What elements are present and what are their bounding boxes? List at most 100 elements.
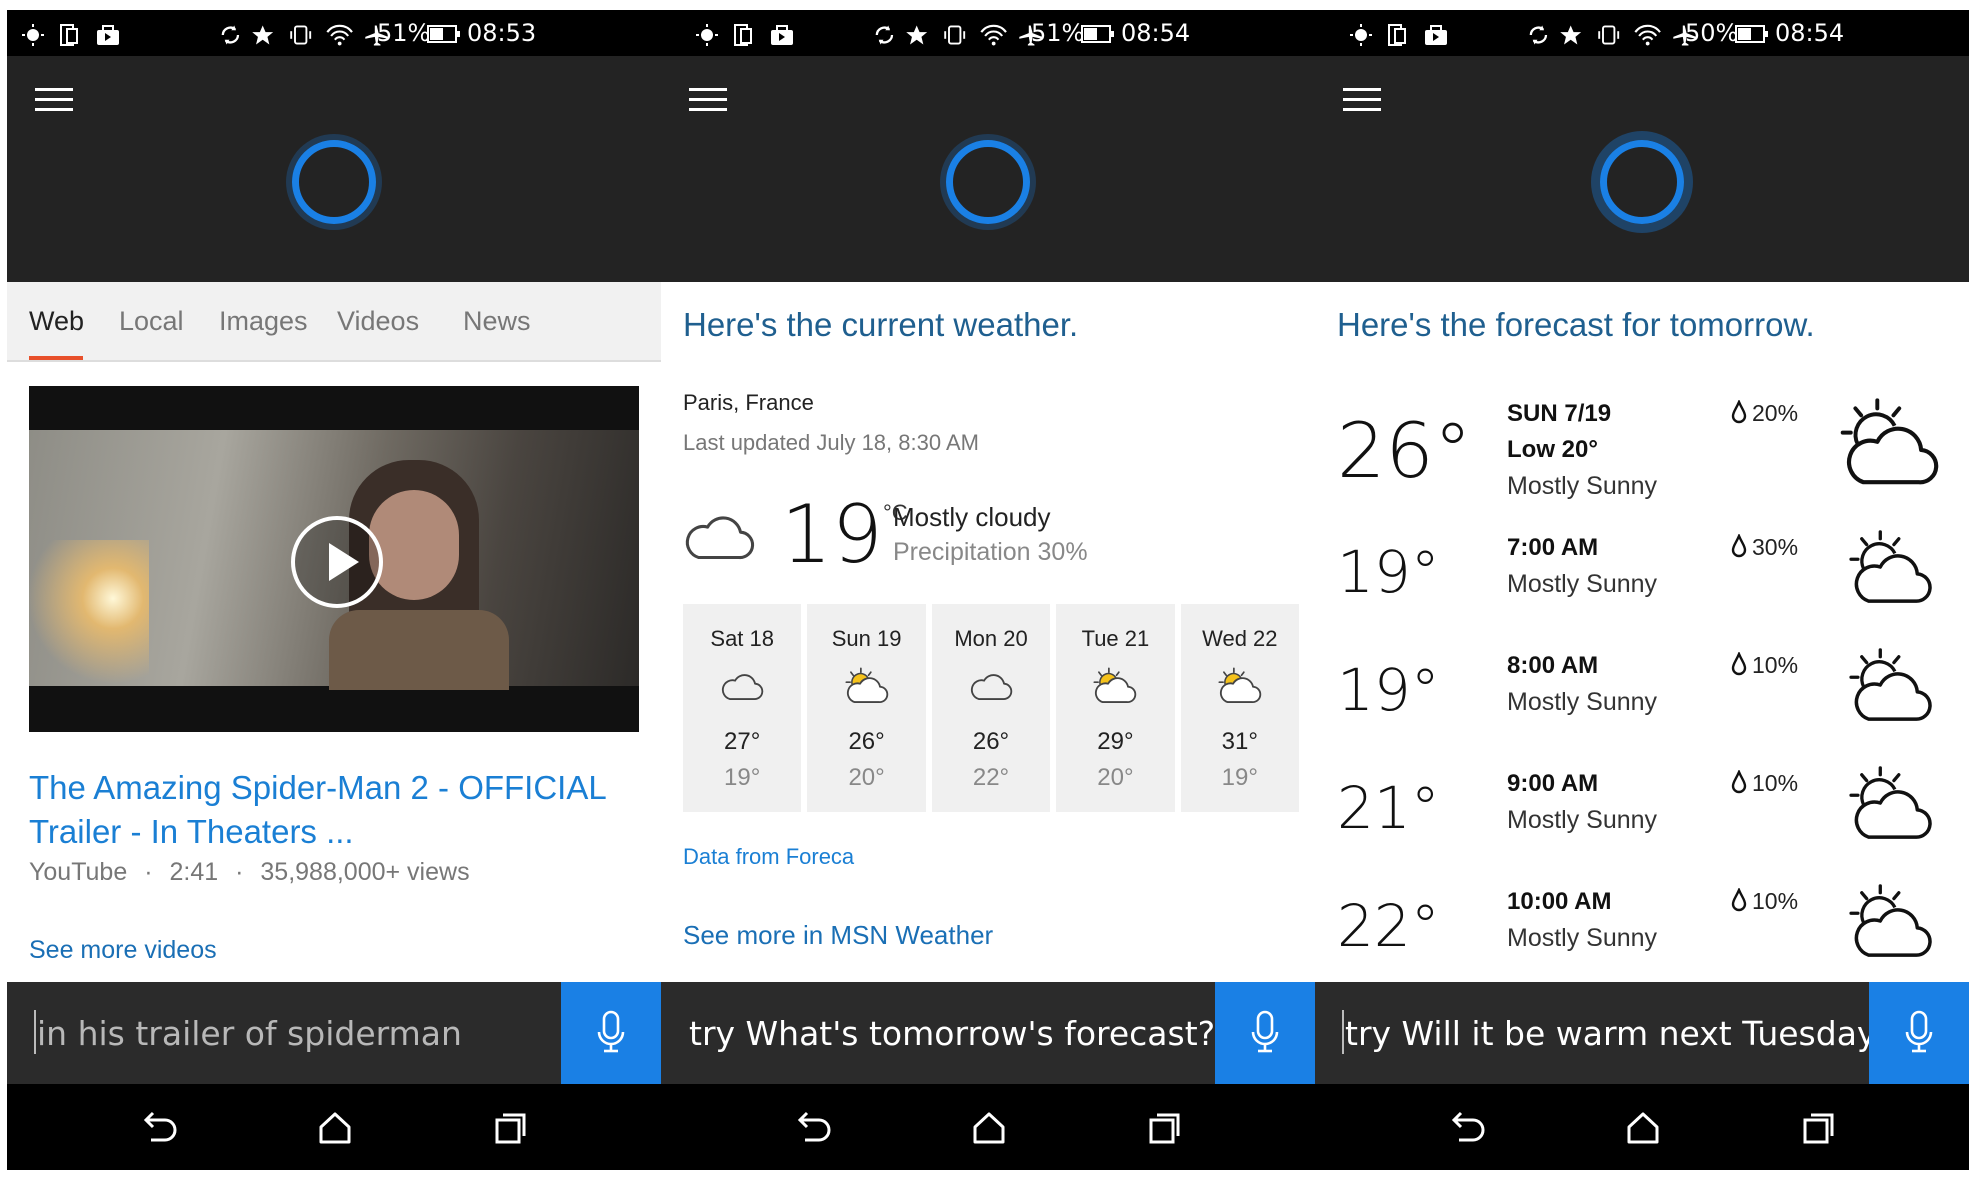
forecast-day[interactable]: Sun 19 26° 20° bbox=[807, 604, 926, 812]
text-caret bbox=[1342, 1010, 1344, 1054]
hour-time: 7:00 AM bbox=[1507, 534, 1599, 561]
partly-sunny-icon bbox=[1847, 884, 1935, 960]
forecast-high: 26° bbox=[1337, 406, 1472, 495]
raindrop-icon bbox=[1731, 888, 1747, 912]
home-icon[interactable] bbox=[1623, 1108, 1663, 1148]
menu-icon[interactable] bbox=[689, 88, 729, 114]
video-title-link[interactable]: The Amazing Spider-Man 2 - OFFICIAL Trai… bbox=[29, 766, 639, 854]
menu-icon[interactable] bbox=[1343, 88, 1383, 114]
cortana-ring-icon[interactable] bbox=[946, 140, 1030, 224]
precip-chance: 30% bbox=[1752, 534, 1799, 560]
recent-apps-icon[interactable] bbox=[491, 1108, 531, 1148]
raindrop-icon bbox=[1731, 534, 1747, 558]
precip-chance: 10% bbox=[1752, 652, 1799, 678]
cortana-header bbox=[661, 56, 1315, 282]
day-name: Tue 21 bbox=[1081, 626, 1150, 651]
tab-images[interactable]: Images bbox=[219, 306, 308, 337]
query-bar[interactable]: in his trailer of spiderman bbox=[7, 982, 661, 1084]
video-meta: YouTube · 2:41 · 35,988,000+ views bbox=[29, 858, 470, 887]
cloud-icon bbox=[968, 666, 1014, 706]
tab-news[interactable]: News bbox=[463, 306, 531, 337]
day-high: 29° bbox=[1097, 728, 1134, 755]
query-bar[interactable]: try Will it be warm next Tuesday? bbox=[1315, 982, 1969, 1084]
battery-icon bbox=[1735, 24, 1769, 44]
back-icon[interactable] bbox=[793, 1108, 833, 1148]
status-left-icons bbox=[675, 23, 825, 47]
day-low: 19° bbox=[1221, 764, 1258, 791]
home-icon[interactable] bbox=[315, 1108, 355, 1148]
clock: 08:54 bbox=[1121, 19, 1191, 47]
nav-bar bbox=[1315, 1084, 1969, 1170]
day-high: 31° bbox=[1221, 728, 1258, 755]
hour-time: 9:00 AM bbox=[1507, 770, 1599, 797]
video-thumbnail[interactable] bbox=[29, 386, 639, 732]
cortana-ring-icon[interactable] bbox=[1600, 140, 1684, 224]
cortana-ring-icon[interactable] bbox=[292, 140, 376, 224]
hour-temp: 21° bbox=[1337, 774, 1440, 842]
home-icon[interactable] bbox=[969, 1108, 1009, 1148]
day-name: Wed 22 bbox=[1202, 626, 1278, 651]
battery-percent: 50% bbox=[1685, 19, 1739, 47]
partly-sunny-icon bbox=[1847, 530, 1935, 606]
day-low: 20° bbox=[848, 764, 885, 791]
current-temperature: 19 bbox=[781, 488, 883, 581]
forecast-day[interactable]: Mon 20 26° 22° bbox=[931, 604, 1051, 812]
day-low: 22° bbox=[972, 764, 1010, 791]
hour-desc: Mostly Sunny bbox=[1507, 924, 1658, 952]
video-duration: 2:41 bbox=[169, 858, 219, 886]
tab-videos[interactable]: Videos bbox=[337, 306, 419, 337]
forecast-day[interactable]: Tue 21 29° 20° bbox=[1056, 604, 1175, 812]
raindrop-icon bbox=[1731, 770, 1747, 794]
forecast-day[interactable]: Sat 18 27° 19° bbox=[683, 604, 802, 812]
location: Paris, France bbox=[683, 390, 814, 415]
hour-time: 8:00 AM bbox=[1507, 652, 1599, 679]
query-bar[interactable]: try What's tomorrow's forecast? bbox=[661, 982, 1315, 1084]
video-views: 35,988,000+ views bbox=[260, 858, 470, 886]
back-icon[interactable] bbox=[1447, 1108, 1487, 1148]
play-button-icon[interactable] bbox=[291, 516, 383, 608]
text-caret bbox=[34, 1010, 36, 1054]
raindrop-icon bbox=[1731, 400, 1747, 424]
see-more-videos-link[interactable]: See more videos bbox=[29, 936, 217, 965]
precip-chance: 10% bbox=[1752, 888, 1799, 914]
video-source: YouTube bbox=[29, 858, 128, 886]
query-text[interactable]: in his trailer of spiderman bbox=[37, 1014, 462, 1053]
partly-sunny-icon bbox=[844, 666, 890, 706]
forecast-date: SUN 7/19 bbox=[1507, 400, 1612, 427]
microphone-button[interactable] bbox=[1869, 982, 1969, 1084]
daily-forecast: Sat 18 27° 19° Sun 19 26° 20° Mon 20 26°… bbox=[683, 604, 1300, 812]
data-source-link[interactable]: Data from Foreca bbox=[683, 844, 854, 870]
current-condition: Mostly cloudy bbox=[893, 502, 1051, 532]
cortana-header bbox=[7, 56, 661, 282]
forecast-day[interactable]: Wed 22 31° 19° bbox=[1180, 604, 1300, 812]
day-high: 26° bbox=[848, 728, 885, 755]
clock: 08:53 bbox=[467, 19, 537, 47]
status-bar: 51% 08:54 bbox=[661, 10, 1315, 56]
query-suggestion[interactable]: try What's tomorrow's forecast? bbox=[689, 1014, 1215, 1053]
nav-bar bbox=[7, 1084, 661, 1170]
status-left-icons bbox=[1329, 23, 1479, 47]
tab-local[interactable]: Local bbox=[119, 306, 184, 337]
last-updated: Last updated July 18, 8:30 AM bbox=[683, 430, 979, 455]
query-suggestion[interactable]: try Will it be warm next Tuesday? bbox=[1345, 1014, 1894, 1053]
hour-time: 10:00 AM bbox=[1507, 888, 1612, 915]
active-tab-indicator bbox=[29, 356, 83, 360]
see-more-msn-weather-link[interactable]: See more in MSN Weather bbox=[683, 920, 993, 951]
cloud-icon bbox=[681, 508, 757, 564]
nav-bar bbox=[661, 1084, 1315, 1170]
day-name: Sat 18 bbox=[710, 626, 774, 651]
status-left-icons bbox=[21, 23, 131, 47]
microphone-button[interactable] bbox=[1215, 982, 1315, 1084]
hour-temp: 19° bbox=[1337, 538, 1440, 606]
menu-icon[interactable] bbox=[35, 88, 75, 114]
partly-sunny-icon bbox=[1837, 398, 1943, 488]
precip-chance: 10% bbox=[1752, 770, 1799, 796]
microphone-button[interactable] bbox=[561, 982, 661, 1084]
back-icon[interactable] bbox=[139, 1108, 179, 1148]
precip-chance: 20% bbox=[1752, 400, 1799, 426]
recent-apps-icon[interactable] bbox=[1145, 1108, 1185, 1148]
hour-desc: Mostly Sunny bbox=[1507, 688, 1658, 716]
recent-apps-icon[interactable] bbox=[1799, 1108, 1839, 1148]
day-name: Mon 20 bbox=[954, 626, 1028, 651]
tab-web[interactable]: Web bbox=[29, 306, 84, 337]
